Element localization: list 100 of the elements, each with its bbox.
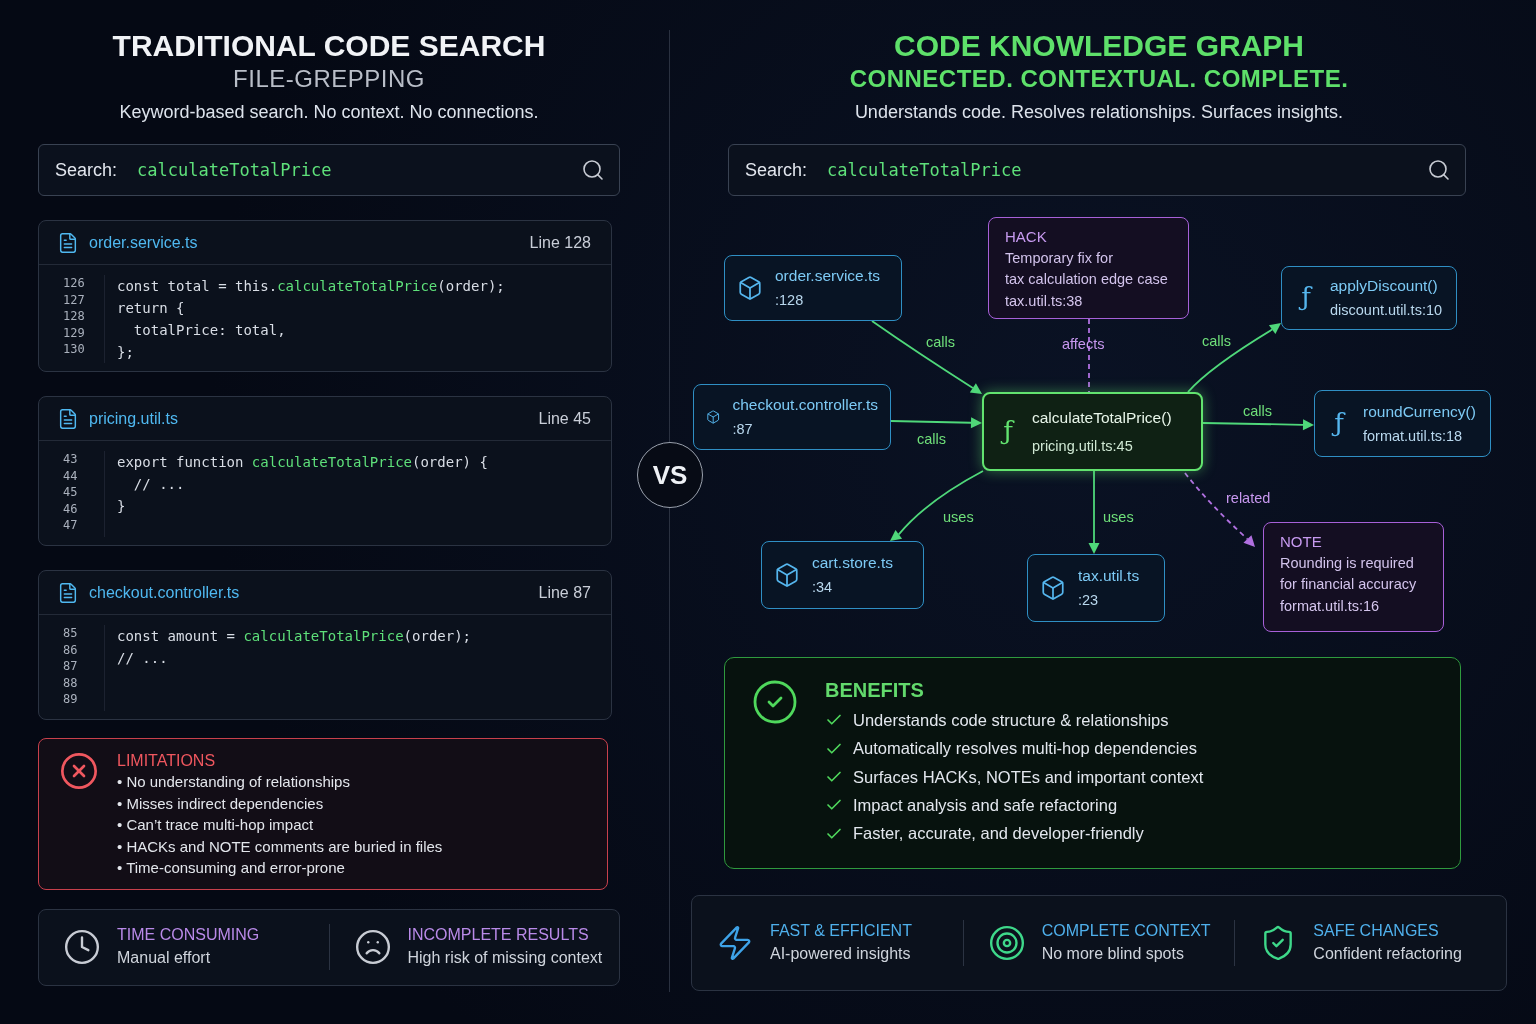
file-icon — [57, 581, 79, 604]
node-location: pricing.util.ts:45 — [1032, 436, 1134, 456]
vs-badge: VS — [637, 442, 703, 508]
node-location: :128 — [775, 291, 805, 310]
sad-face-icon — [353, 928, 392, 966]
file-name[interactable]: checkout.controller.ts — [89, 583, 529, 602]
note-text: tax calculation edge case — [1005, 270, 1168, 289]
node-location: :87 — [732, 420, 754, 439]
node-location: format.util.ts:16 — [1280, 597, 1381, 616]
edge-label: calls — [926, 333, 955, 351]
limitation-item: • Time-consuming and error-prone — [117, 858, 346, 878]
node-title: cart.store.ts — [812, 553, 893, 573]
benefit-item: Faster, accurate, and developer-friendly — [853, 824, 1144, 844]
description: Understands code. Resolves relationships. Surfaces insights. — [853, 101, 1345, 124]
search-field[interactable]: Search: calculateTotalPrice — [38, 144, 620, 196]
function-icon: ƒ — [1294, 279, 1318, 317]
cube-icon — [774, 562, 800, 588]
error-icon — [59, 751, 99, 791]
edge-label: affects — [1062, 335, 1105, 353]
search-icon[interactable] — [581, 158, 605, 182]
line-number: 43 — [63, 451, 79, 468]
file-icon — [57, 407, 79, 430]
line-number: 89 — [63, 691, 79, 708]
graph-node[interactable]: tax.util.ts :23 — [1027, 554, 1165, 622]
line-number: 47 — [63, 517, 79, 534]
line-number: 126 — [63, 275, 86, 292]
node-title: order.service.ts — [775, 266, 881, 286]
annotation-node[interactable]: NOTE Rounding is required for financial accuracy format.util.ts:16 — [1263, 522, 1444, 632]
line-label: Line 128 — [529, 233, 591, 252]
note-title: HACK — [1005, 227, 1048, 247]
node-location: discount.util.ts:10 — [1330, 301, 1443, 320]
node-title: calculateTotalPrice() — [1032, 407, 1172, 428]
line-label: Line 87 — [538, 583, 591, 602]
edge-label: related — [1226, 489, 1271, 507]
node-location: :23 — [1078, 591, 1100, 610]
stat-text: AI-powered insights — [770, 944, 912, 964]
check-circle-icon — [751, 678, 799, 726]
search-icon[interactable] — [1427, 158, 1451, 182]
line-number: 86 — [63, 641, 79, 658]
limitation-item: • HACKs and NOTE comments are buried in files — [117, 836, 443, 857]
limitation-item: • Can’t trace multi-hop impact — [117, 815, 315, 835]
benefit-item: Understands code structure & relationships — [853, 710, 1169, 730]
note-text: for financial accuracy — [1280, 575, 1417, 594]
benefit-item: Impact analysis and safe refactoring — [853, 795, 1118, 815]
line-number: 87 — [63, 658, 79, 675]
node-title: checkout.controller.ts — [732, 395, 878, 415]
function-icon: ƒ — [1327, 404, 1351, 443]
node-location: tax.util.ts:38 — [1005, 292, 1084, 311]
note-title: NOTE — [1280, 532, 1323, 552]
line-number: 44 — [63, 467, 79, 484]
line-number: 88 — [63, 674, 79, 691]
graph-node[interactable]: cart.store.ts :34 — [761, 541, 924, 609]
page-title: CODE KNOWLEDGE GRAPH — [893, 28, 1305, 64]
code-line: // ... — [117, 649, 169, 668]
search-field[interactable]: Search: calculateTotalPrice — [728, 144, 1466, 196]
graph-node[interactable]: ƒ roundCurrency() format.util.ts:18 — [1314, 390, 1491, 457]
code-line: const amount = calculateTotalPrice(order); — [117, 627, 472, 646]
benefits-title: BENEFITS — [825, 678, 925, 702]
code-line: export function calculateTotalPrice(order) { — [117, 453, 488, 472]
target-icon — [987, 924, 1026, 962]
node-location: format.util.ts:18 — [1363, 426, 1464, 446]
code-line: const total = this.calculateTotalPrice(order); — [117, 277, 505, 296]
code-line: }; — [117, 343, 135, 362]
stat-title: COMPLETE CONTEXT — [1041, 921, 1211, 941]
stat-text: Confident refactoring — [1313, 944, 1462, 964]
annotation-node[interactable]: HACK Temporary fix for tax calculation edge case tax.util.ts:38 — [988, 217, 1189, 319]
benefit-item: Surfaces HACKs, NOTEs and important context — [853, 767, 1204, 787]
stat-title: FAST & EFFICIENT — [770, 921, 912, 941]
description: Keyword-based search. No context. No connections. — [118, 101, 540, 124]
line-label: Line 45 — [538, 409, 591, 428]
note-text: Temporary fix for — [1005, 249, 1114, 268]
cube-icon — [737, 275, 763, 301]
file-name[interactable]: pricing.util.ts — [89, 409, 529, 428]
subtitle: FILE-GREPPING — [232, 64, 426, 94]
edge-label: calls — [1202, 332, 1231, 350]
stat-text: High risk of missing context — [407, 948, 603, 968]
node-title: applyDiscount() — [1330, 276, 1439, 296]
graph-node[interactable]: order.service.ts :128 — [724, 255, 902, 321]
node-title: tax.util.ts — [1078, 566, 1140, 586]
note-text: Rounding is required — [1280, 554, 1415, 573]
file-icon — [57, 231, 79, 254]
focus-node[interactable]: ƒ calculateTotalPrice() pricing.util.ts:45 — [982, 392, 1203, 471]
page-title: TRADITIONAL CODE SEARCH — [111, 28, 547, 64]
code-line: return { — [117, 299, 186, 318]
code-line: // ... — [132, 475, 186, 494]
code-line: } — [117, 497, 127, 516]
clock-icon — [63, 928, 101, 966]
edge-label: calls — [1243, 402, 1272, 420]
limitations-title: LIMITATIONS — [117, 751, 217, 771]
stat-text: No more blind spots — [1041, 944, 1185, 964]
file-name[interactable]: order.service.ts — [89, 233, 520, 252]
limitation-item: • Misses indirect dependencies — [117, 793, 325, 814]
node-location: :34 — [812, 578, 834, 597]
line-number: 130 — [63, 341, 86, 358]
line-number: 129 — [63, 324, 86, 341]
graph-node[interactable]: checkout.controller.ts :87 — [693, 384, 891, 450]
subtitle: CONNECTED. CONTEXTUAL. COMPLETE. — [848, 64, 1350, 94]
line-number: 127 — [63, 291, 86, 308]
edge-label: calls — [917, 430, 946, 448]
graph-node[interactable]: ƒ applyDiscount() discount.util.ts:10 — [1281, 266, 1457, 330]
